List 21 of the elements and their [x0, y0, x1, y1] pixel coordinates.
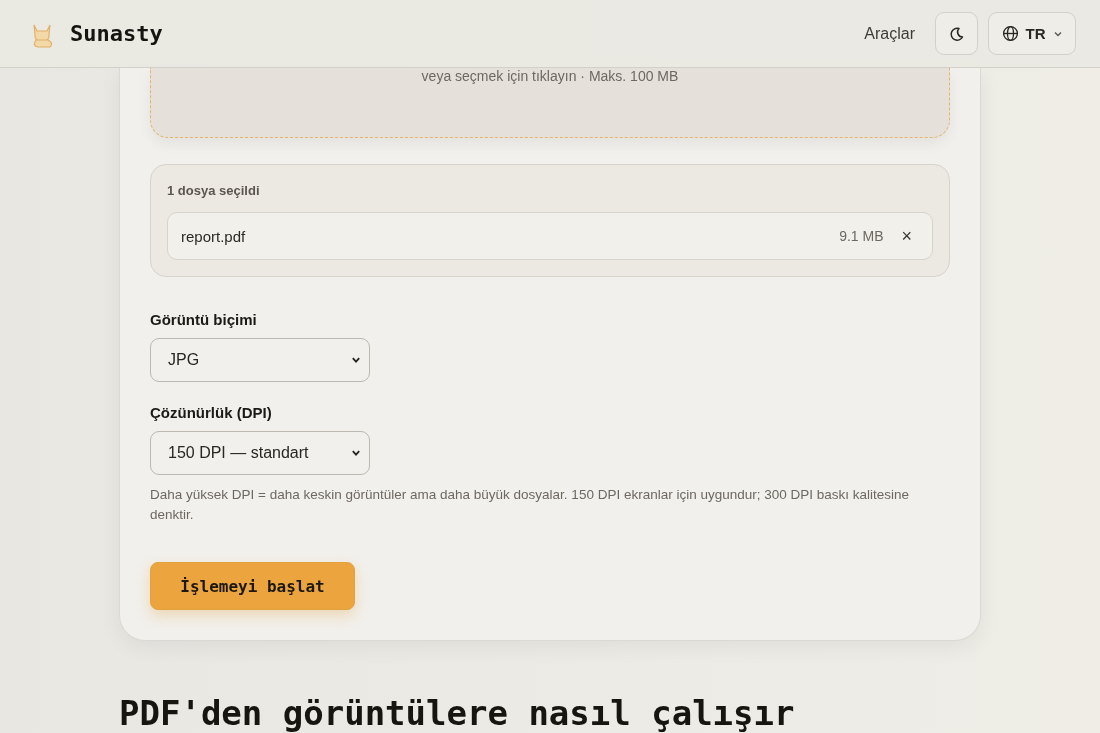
brand-name[interactable]: Sunasty	[70, 21, 163, 46]
dropzone-hint: veya seçmek için tıklayın · Maks. 100 MB	[421, 68, 679, 84]
help-text: Daha yüksek DPI = daha keskin görüntüler ama daha büyük dosyalar. 150 DPI ekranlar için uygundur; 300 DPI baskı kalitesine denktir.	[150, 486, 911, 524]
start-button[interactable]: İşlemeyi başlat	[150, 562, 355, 610]
theme-toggle-button[interactable]	[935, 12, 978, 55]
selected-count: 1 dosya seçildi	[167, 183, 261, 198]
file-dropzone[interactable]: veya seçmek için tıklayın · Maks. 100 MB	[150, 68, 950, 138]
select-field[interactable]: JPG	[150, 338, 370, 382]
file-size: 9.1 MB	[839, 228, 884, 244]
field-label: Görüntü biçimi	[150, 311, 258, 328]
chevron-down-icon	[351, 355, 361, 365]
field-label: Çözünürlük (DPI)	[150, 404, 273, 421]
moon-icon	[948, 25, 965, 42]
globe-icon	[1001, 25, 1019, 42]
chevron-down-icon	[351, 448, 361, 458]
tools-link[interactable]: Araçlar	[864, 24, 915, 43]
remove-file-button[interactable]: ×	[899, 225, 914, 247]
select-field[interactable]: 150 DPI — standart	[150, 431, 370, 475]
file-name: report.pdf	[181, 227, 247, 245]
section-heading: PDF'den görüntülere nasıl çalışır	[119, 693, 796, 733]
language-button[interactable]: TR	[988, 12, 1076, 55]
